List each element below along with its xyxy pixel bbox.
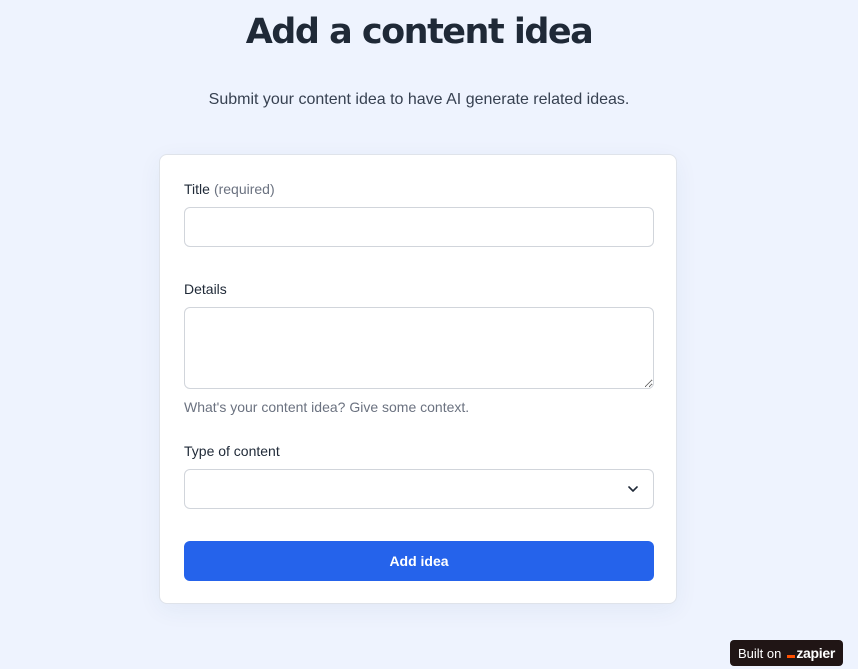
- type-of-content-select[interactable]: [184, 469, 654, 509]
- built-on-zapier-badge[interactable]: Built on zapier: [729, 640, 843, 666]
- content-idea-form: Title (required) Details What's your cont…: [159, 154, 677, 604]
- chevron-down-icon: [628, 486, 638, 492]
- title-field-label: Title (required): [184, 181, 275, 197]
- details-field-label: Details: [184, 281, 227, 297]
- required-hint: (required): [213, 181, 275, 197]
- zapier-logo-text: zapier: [796, 645, 835, 661]
- details-textarea[interactable]: [184, 307, 654, 389]
- zapier-logo: zapier: [787, 645, 835, 661]
- built-on-text: Built on: [737, 645, 782, 661]
- title-label-text: Title: [184, 181, 210, 197]
- title-input[interactable]: [184, 207, 654, 247]
- details-help-text: What's your content idea? Give some cont…: [184, 399, 470, 415]
- add-idea-button[interactable]: Add idea: [184, 541, 654, 581]
- page-subtitle: Submit your content idea to have AI gene…: [208, 91, 630, 108]
- page-title: Add a content idea: [245, 12, 594, 52]
- type-field-label: Type of content: [184, 443, 280, 459]
- zapier-logo-mark: [787, 655, 796, 658]
